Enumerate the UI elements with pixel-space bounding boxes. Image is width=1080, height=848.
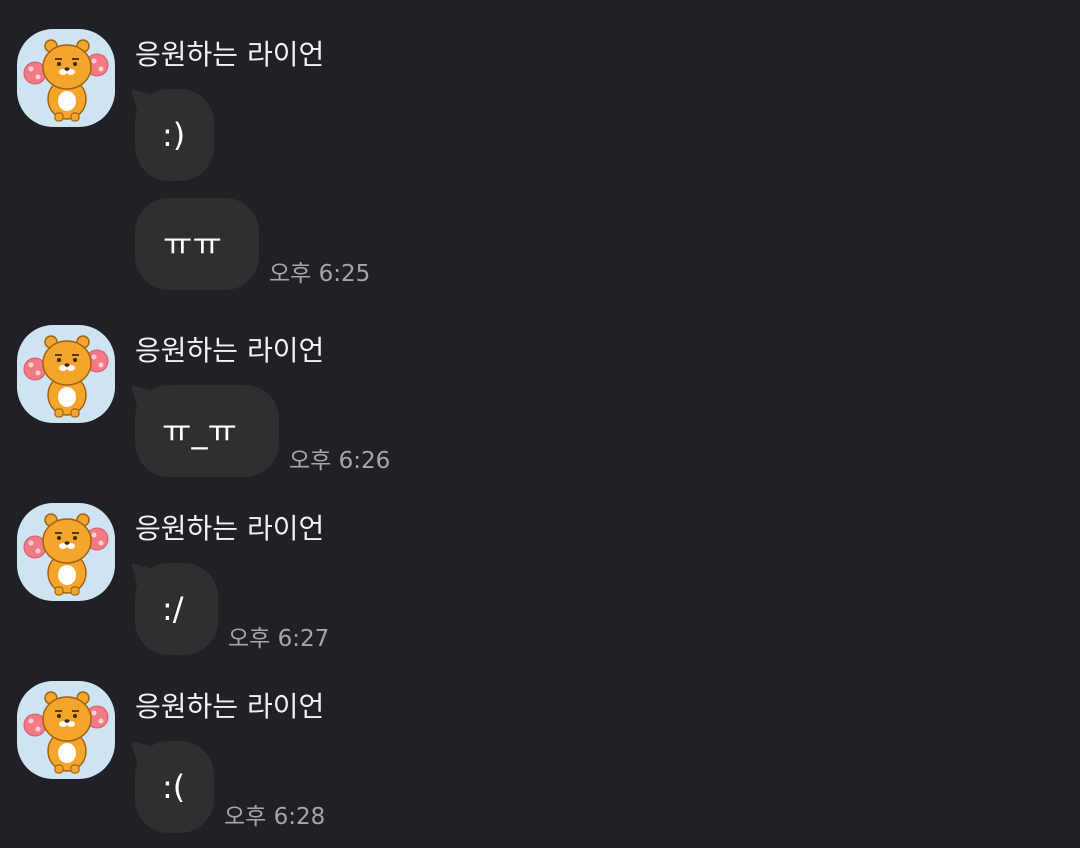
message-row: :) — [135, 89, 214, 181]
message-text: ㅠㅠ — [163, 225, 222, 263]
message-row: ㅠㅠ 오후 6:25 — [135, 198, 370, 290]
sender-name: 응원하는 라이언 — [135, 334, 325, 367]
sender-name: 응원하는 라이언 — [135, 38, 325, 71]
message-text: :) — [162, 116, 186, 154]
message-bubble[interactable]: ㅠ_ㅠ — [135, 385, 279, 477]
sender-name: 응원하는 라이언 — [135, 690, 325, 723]
ryan-cheering-icon — [23, 39, 109, 122]
message-timestamp: 오후 6:25 — [269, 261, 371, 287]
message-row: :( 오후 6:28 — [135, 741, 325, 833]
message-bubble[interactable]: :/ — [135, 563, 218, 655]
message-bubble[interactable]: ㅠㅠ — [135, 198, 259, 290]
avatar[interactable] — [17, 325, 115, 423]
message-row: :/ 오후 6:27 — [135, 563, 329, 655]
ryan-cheering-icon — [23, 691, 109, 774]
message-text: ㅠ_ㅠ — [162, 412, 237, 450]
avatar[interactable] — [17, 29, 115, 127]
message-bubble[interactable]: :) — [135, 89, 214, 181]
message-timestamp: 오후 6:28 — [224, 804, 326, 830]
avatar[interactable] — [17, 681, 115, 779]
message-text: :/ — [162, 590, 184, 628]
ryan-cheering-icon — [23, 335, 109, 418]
message-bubble[interactable]: :( — [135, 741, 214, 833]
message-text: :( — [162, 768, 186, 806]
ryan-cheering-icon — [23, 513, 109, 596]
message-timestamp: 오후 6:26 — [289, 448, 391, 474]
avatar[interactable] — [17, 503, 115, 601]
message-timestamp: 오후 6:27 — [228, 626, 330, 652]
message-row: ㅠ_ㅠ 오후 6:26 — [135, 385, 390, 477]
sender-name: 응원하는 라이언 — [135, 512, 325, 545]
